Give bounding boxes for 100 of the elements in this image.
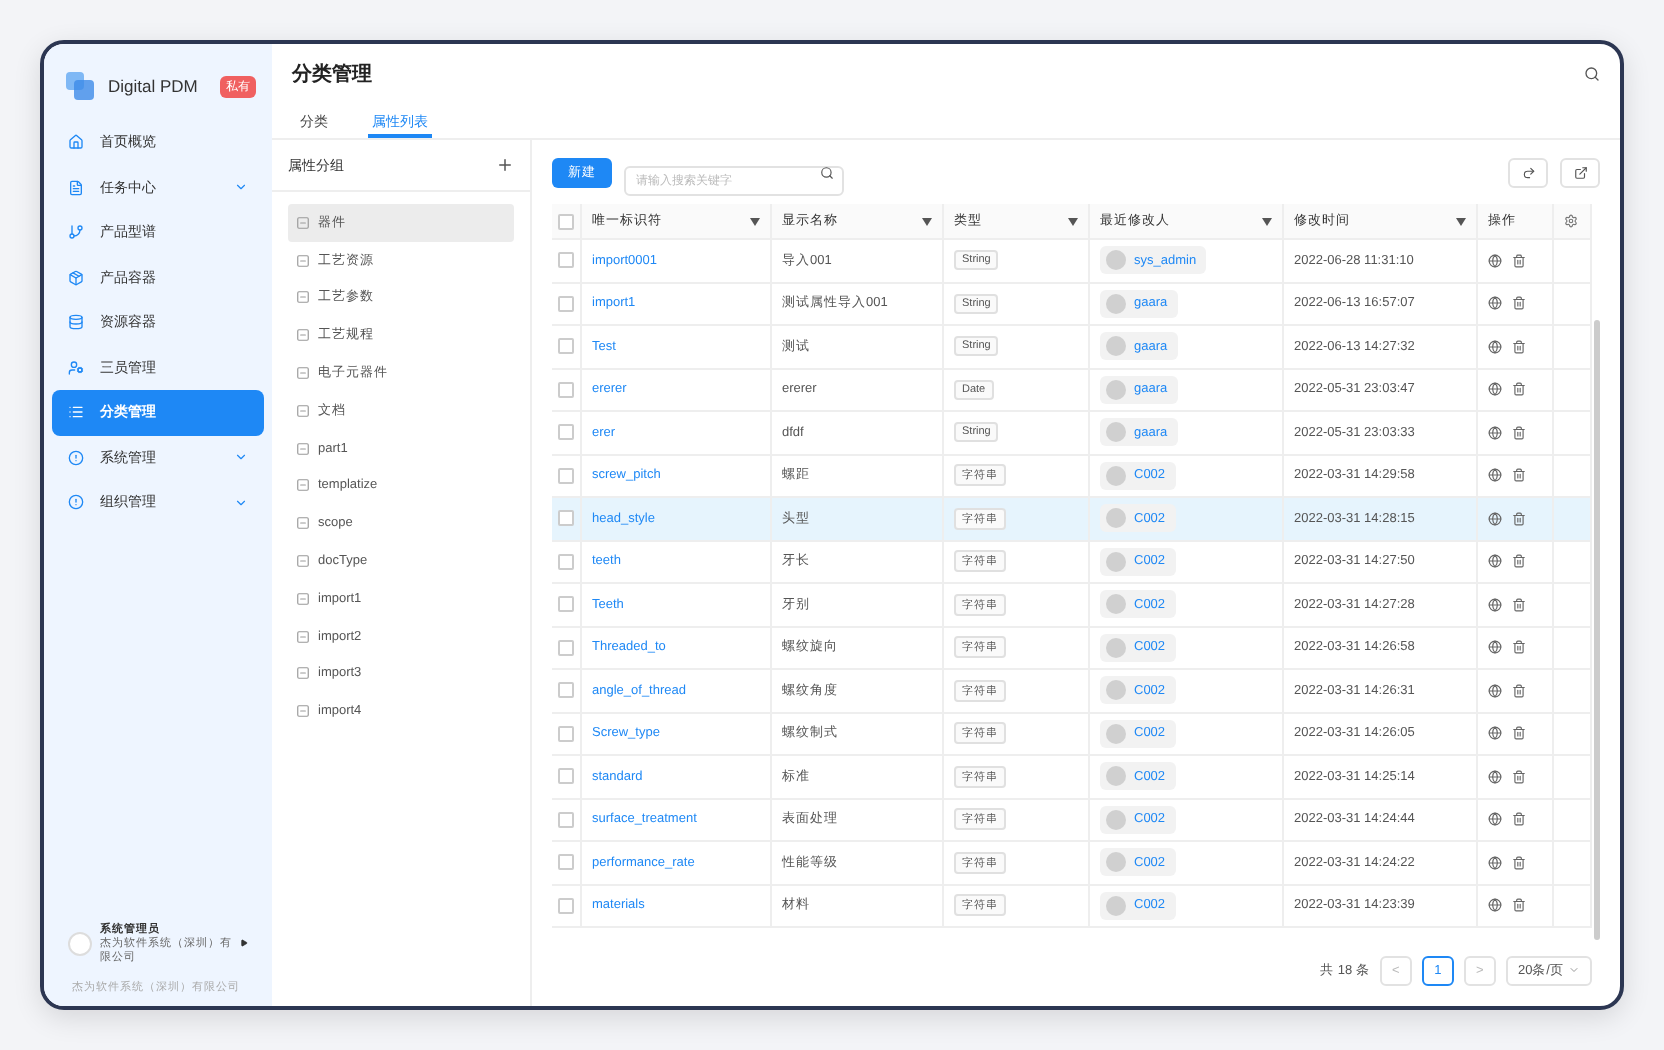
avatar	[1106, 293, 1126, 314]
delete-icon[interactable]	[1512, 597, 1526, 612]
add-icon[interactable]	[496, 156, 514, 174]
avatar	[1106, 895, 1126, 916]
checkbox[interactable]	[558, 768, 574, 785]
square-icon	[296, 666, 310, 681]
checkbox[interactable]	[558, 424, 574, 441]
globe-icon[interactable]	[1488, 511, 1502, 526]
delete-icon[interactable]	[1512, 898, 1526, 913]
avatar	[1106, 809, 1126, 830]
chevron-icon	[234, 495, 248, 510]
chevron-icon	[1568, 964, 1580, 976]
globe-icon[interactable]	[1488, 425, 1502, 440]
checkbox[interactable]	[558, 725, 574, 742]
scrollbar[interactable]	[1594, 320, 1600, 940]
database-icon	[68, 314, 84, 331]
avatar	[1106, 680, 1126, 701]
delete-icon[interactable]	[1512, 296, 1526, 311]
delete-icon[interactable]	[1512, 683, 1526, 698]
delete-icon[interactable]	[1512, 382, 1526, 397]
square-icon	[296, 441, 310, 456]
chevron-icon	[234, 450, 248, 465]
square-icon	[296, 403, 310, 418]
checkbox[interactable]	[558, 338, 574, 355]
delete-icon[interactable]	[1512, 769, 1526, 784]
globe-icon[interactable]	[1488, 382, 1502, 397]
square-icon	[296, 253, 310, 268]
square-icon	[296, 629, 310, 644]
delete-icon[interactable]	[1512, 339, 1526, 354]
delete-icon[interactable]	[1512, 253, 1526, 268]
globe-icon[interactable]	[1488, 769, 1502, 784]
square-icon	[296, 516, 310, 531]
square-icon	[296, 290, 310, 305]
page-title: 分类管理	[292, 61, 372, 88]
checkbox[interactable]	[558, 213, 574, 229]
avatar	[1106, 336, 1126, 357]
checkbox[interactable]	[558, 682, 574, 699]
delete-icon[interactable]	[1512, 554, 1526, 569]
globe-icon[interactable]	[1488, 812, 1502, 827]
checkbox[interactable]	[558, 510, 574, 527]
chevron-icon	[234, 180, 248, 195]
checkbox[interactable]	[558, 553, 574, 570]
brand-name: Digital PDM	[108, 76, 198, 96]
delete-icon[interactable]	[1512, 425, 1526, 440]
logo-icon	[64, 70, 96, 102]
delete-icon[interactable]	[1512, 855, 1526, 870]
checkbox[interactable]	[558, 596, 574, 613]
search-icon[interactable]	[820, 165, 834, 179]
globe-icon[interactable]	[1488, 554, 1502, 569]
branch-icon	[68, 224, 84, 241]
delete-icon[interactable]	[1512, 812, 1526, 827]
sort-caret-icon[interactable]	[750, 217, 760, 225]
square-icon	[296, 554, 310, 569]
avatar	[1106, 465, 1126, 486]
globe-icon[interactable]	[1488, 296, 1502, 311]
settings-icon[interactable]	[1564, 214, 1578, 228]
globe-icon[interactable]	[1488, 855, 1502, 870]
globe-icon[interactable]	[1488, 898, 1502, 913]
globe-icon[interactable]	[1488, 726, 1502, 741]
package-icon	[68, 269, 84, 286]
search-icon[interactable]	[1584, 66, 1600, 82]
delete-icon[interactable]	[1512, 468, 1526, 483]
checkbox[interactable]	[558, 897, 574, 914]
sort-caret-icon[interactable]	[922, 217, 932, 225]
avatar	[1106, 637, 1126, 658]
export-icon	[1573, 165, 1587, 179]
sort-caret-icon[interactable]	[1262, 217, 1272, 225]
globe-icon[interactable]	[1488, 683, 1502, 698]
globe-icon[interactable]	[1488, 597, 1502, 612]
avatar	[1106, 766, 1126, 787]
square-icon	[296, 478, 310, 493]
export-button[interactable]	[1560, 157, 1600, 187]
checkbox[interactable]	[558, 295, 574, 312]
delete-icon[interactable]	[1512, 640, 1526, 655]
checkbox[interactable]	[558, 639, 574, 656]
avatar	[1106, 594, 1126, 615]
delete-icon[interactable]	[1512, 726, 1526, 741]
redo-button[interactable]	[1508, 157, 1548, 187]
play-icon[interactable]	[240, 938, 248, 948]
avatar	[1106, 723, 1126, 744]
square-icon	[296, 704, 310, 719]
list-icon	[68, 404, 84, 421]
checkbox[interactable]	[558, 854, 574, 871]
square-icon	[296, 215, 310, 230]
avatar	[1106, 508, 1126, 529]
globe-icon[interactable]	[1488, 468, 1502, 483]
checkbox[interactable]	[558, 381, 574, 398]
globe-icon[interactable]	[1488, 640, 1502, 655]
square-icon	[296, 328, 310, 343]
alert-icon	[68, 494, 84, 511]
sort-caret-icon[interactable]	[1068, 217, 1078, 225]
avatar	[1106, 852, 1126, 873]
delete-icon[interactable]	[1512, 511, 1526, 526]
globe-icon[interactable]	[1488, 339, 1502, 354]
sort-caret-icon[interactable]	[1456, 217, 1466, 225]
checkbox[interactable]	[558, 467, 574, 484]
globe-icon[interactable]	[1488, 253, 1502, 268]
checkbox[interactable]	[558, 811, 574, 828]
redo-icon	[1521, 165, 1535, 179]
checkbox[interactable]	[558, 252, 574, 269]
